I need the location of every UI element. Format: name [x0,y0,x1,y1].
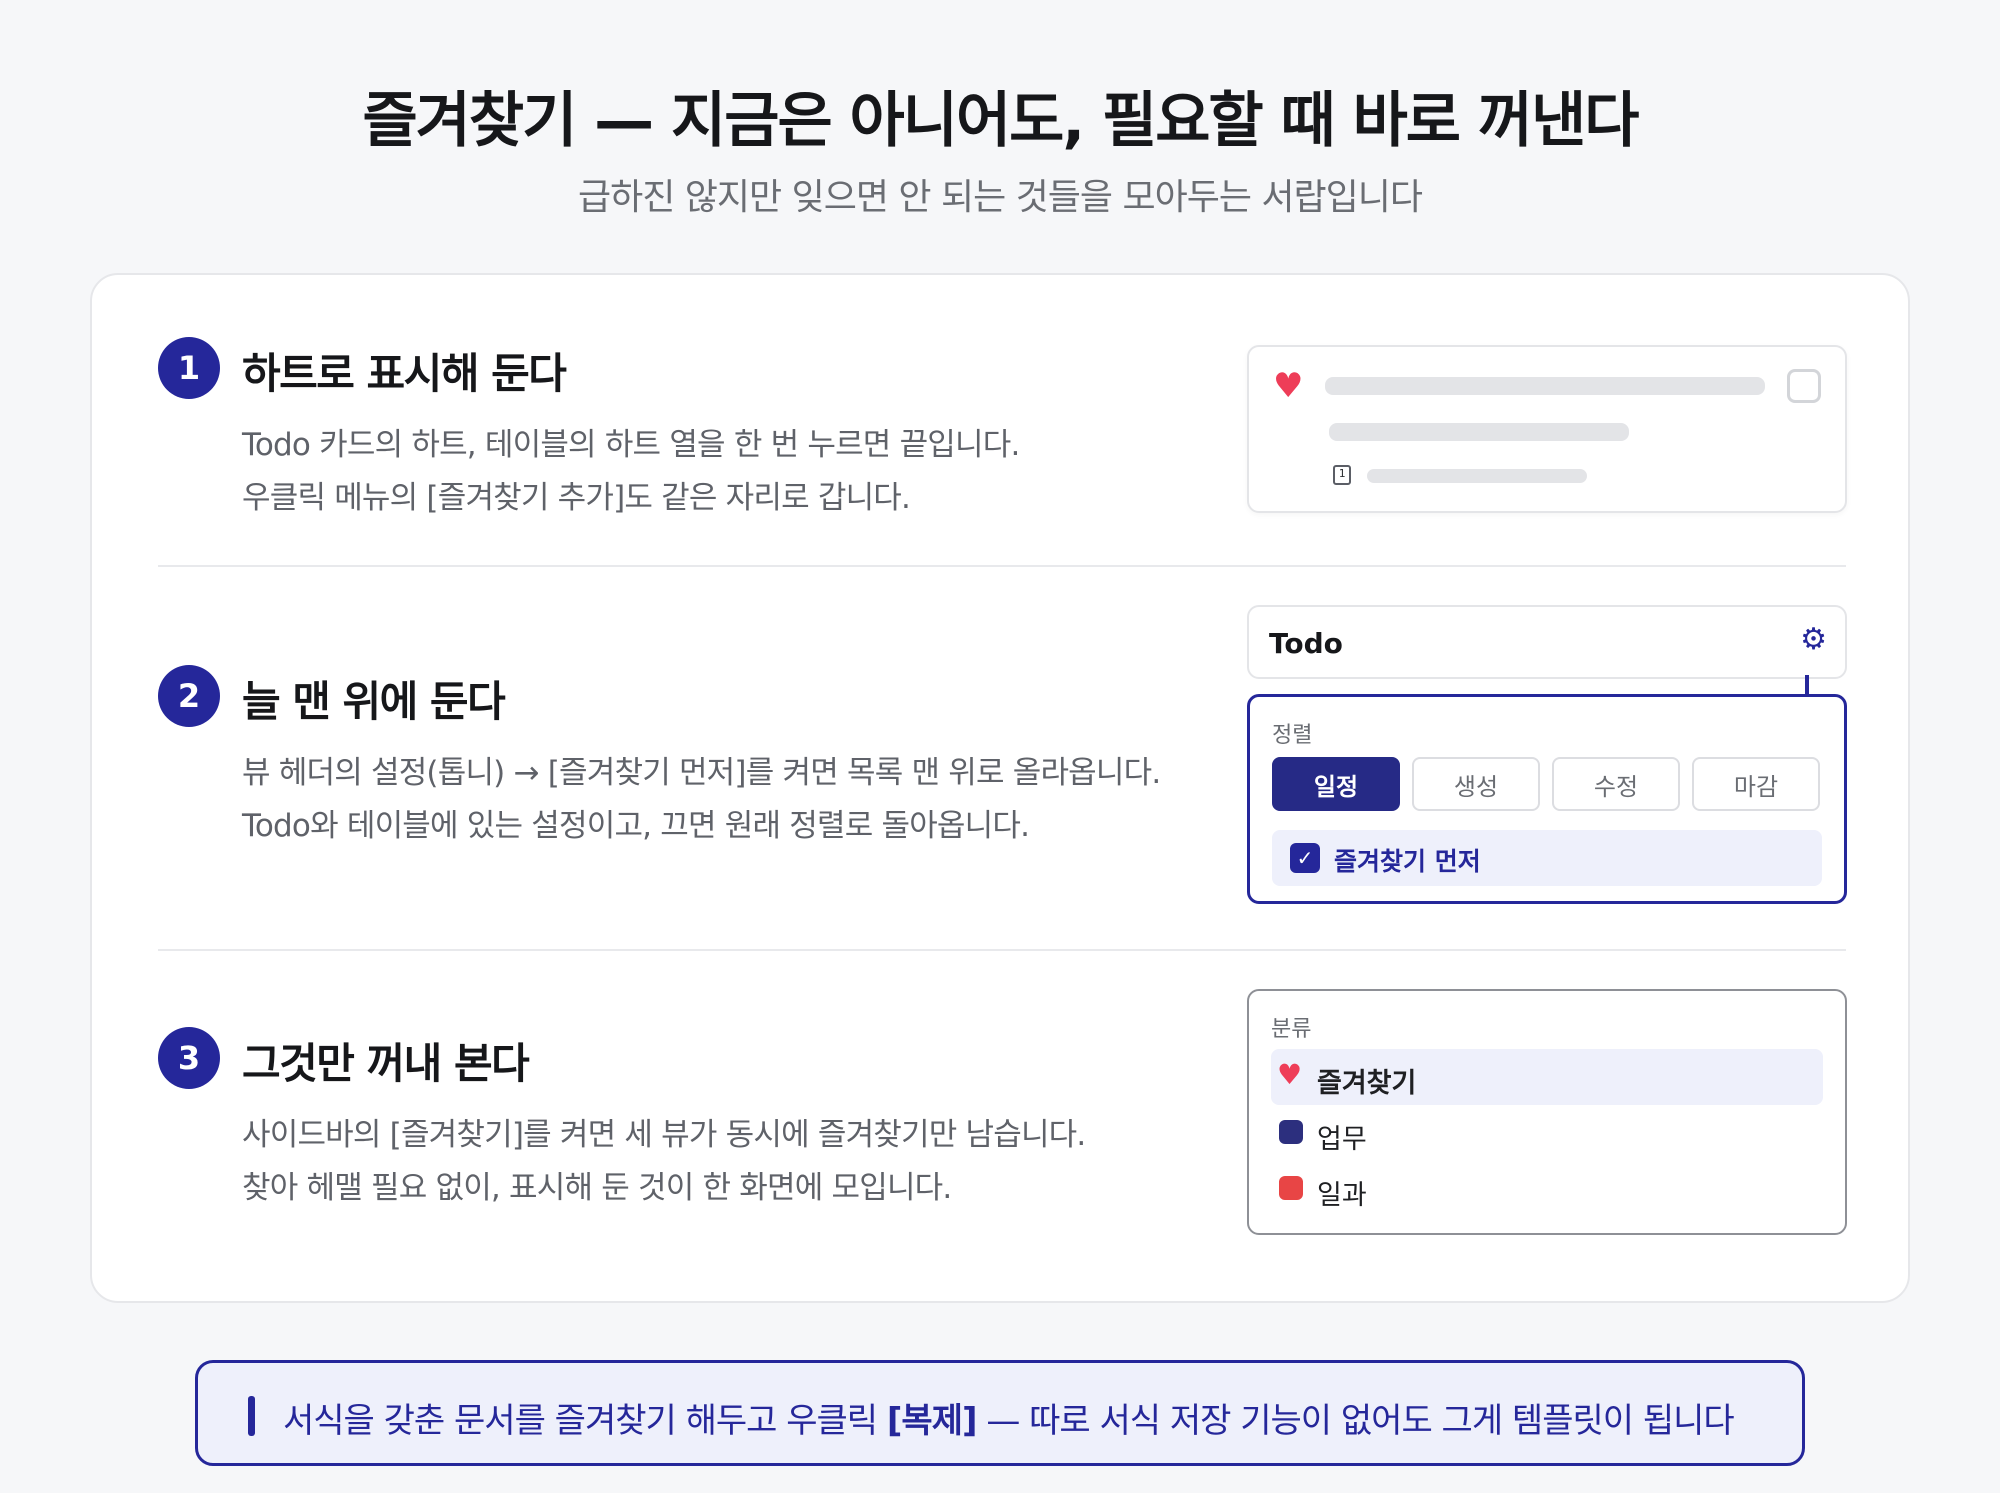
step-1: 1 하트로 표시해 둔다 Todo 카드의 하트, 테이블의 하트 열을 한 번… [92,275,1912,565]
sort-option-created[interactable]: 생성 [1412,757,1540,811]
tip-accent-bar [248,1396,255,1436]
step-3: 3 그것만 꺼내 본다 사이드바의 [즐겨찾기]를 켜면 세 뷰가 동시에 즐겨… [92,949,1912,1305]
favorites-first-toggle[interactable]: ✓ 즐겨찾기 먼저 [1272,830,1822,886]
step-heading: 하트로 표시해 둔다 [242,349,567,398]
checkbox[interactable] [1787,369,1821,403]
sidebar-item-label: 업무 [1317,1124,1367,1155]
placeholder-line [1367,469,1587,483]
step-number-badge: 3 [158,1027,220,1089]
step-description-line: 사이드바의 [즐겨찾기]를 켜면 세 뷰가 동시에 즐겨찾기만 남습니다. [242,1117,1086,1153]
sort-option-modified[interactable]: 수정 [1552,757,1680,811]
checkbox-checked-icon[interactable]: ✓ [1290,843,1320,873]
heart-icon[interactable]: ♥ [1273,369,1303,403]
step-heading: 그것만 꺼내 본다 [242,1039,530,1088]
step-heading: 늘 맨 위에 둔다 [242,677,506,726]
sidebar-item-label: 즐겨찾기 [1317,1068,1417,1099]
sort-option-deadline[interactable]: 마감 [1692,757,1820,811]
category-color-icon [1279,1120,1303,1144]
sort-settings-panel: 정렬 일정 생성 수정 마감 ✓ 즐겨찾기 먼저 [1247,694,1847,904]
tip-banner: 서식을 갖춘 문서를 즐겨찾기 해두고 우클릭 [복제] — 따로 서식 저장 … [195,1360,1805,1466]
tip-text: 서식을 갖춘 문서를 즐겨찾기 해두고 우클릭 [복제] — 따로 서식 저장 … [283,1393,1735,1442]
heart-icon: ♥ [1277,1058,1303,1091]
step-description-line: 뷰 헤더의 설정(톱니) → [즐겨찾기 먼저]를 켜면 목록 맨 위로 올라옵… [242,755,1161,791]
step-description-line: 찾아 헤맬 필요 없이, 표시해 둔 것이 한 화면에 모입니다. [242,1170,952,1206]
step-number-badge: 2 [158,665,220,727]
tip-text-before: 서식을 갖춘 문서를 즐겨찾기 해두고 우클릭 [283,1401,887,1441]
category-color-icon [1279,1176,1303,1200]
todo-card-preview: ♥ 1 [1247,345,1847,513]
favorites-first-label: 즐겨찾기 먼저 [1334,847,1481,876]
sidebar-item-favorites[interactable]: ♥ 즐겨찾기 [1271,1049,1823,1105]
sidebar-category-preview: 분류 ♥ 즐겨찾기 업무 일과 [1247,989,1847,1235]
view-title: Todo [1269,627,1343,660]
calendar-icon: 1 [1333,465,1351,485]
placeholder-line [1325,377,1765,395]
tip-text-after: — 따로 서식 저장 기능이 없어도 그게 템플릿이 됩니다 [976,1401,1734,1441]
view-header-preview: Todo ⚙ [1247,605,1847,679]
step-description-line: 우클릭 메뉴의 [즐겨찾기 추가]도 같은 자리로 갑니다. [242,480,911,516]
sidebar-item-work[interactable]: 업무 [1271,1105,1823,1161]
page-subtitle: 급하진 않지만 잊으면 안 되는 것들을 모아두는 서랍입니다 [578,177,1423,218]
step-2: 2 늘 맨 위에 둔다 뷰 헤더의 설정(톱니) → [즐겨찾기 먼저]를 켜면… [92,565,1912,949]
sidebar-item-label: 일과 [1317,1180,1367,1211]
step-description: Todo 카드의 하트, 테이블의 하트 열을 한 번 누르면 끝입니다. 우클… [242,419,1020,525]
placeholder-line [1329,423,1629,441]
category-label: 분류 [1271,1017,1312,1042]
gear-icon[interactable]: ⚙ [1800,623,1827,657]
step-description-line: Todo와 테이블에 있는 설정이고, 끄면 원래 정렬로 돌아옵니다. [242,808,1030,844]
step-description-line: Todo 카드의 하트, 테이블의 하트 열을 한 번 누르면 끝입니다. [242,427,1020,463]
sort-label: 정렬 [1272,723,1313,748]
page-title: 즐겨찾기 — 지금은 아니어도, 필요할 때 바로 꺼낸다 [362,86,1639,156]
steps-card: 1 하트로 표시해 둔다 Todo 카드의 하트, 테이블의 하트 열을 한 번… [90,273,1910,1303]
sidebar-item-routine[interactable]: 일과 [1271,1161,1823,1217]
step-number-badge: 1 [158,337,220,399]
tip-text-bold: [복제] [886,1401,978,1441]
step-description: 사이드바의 [즐겨찾기]를 켜면 세 뷰가 동시에 즐겨찾기만 남습니다. 찾아… [242,1109,1086,1215]
sort-option-schedule[interactable]: 일정 [1272,757,1400,811]
step-description: 뷰 헤더의 설정(톱니) → [즐겨찾기 먼저]를 켜면 목록 맨 위로 올라옵… [242,747,1161,853]
